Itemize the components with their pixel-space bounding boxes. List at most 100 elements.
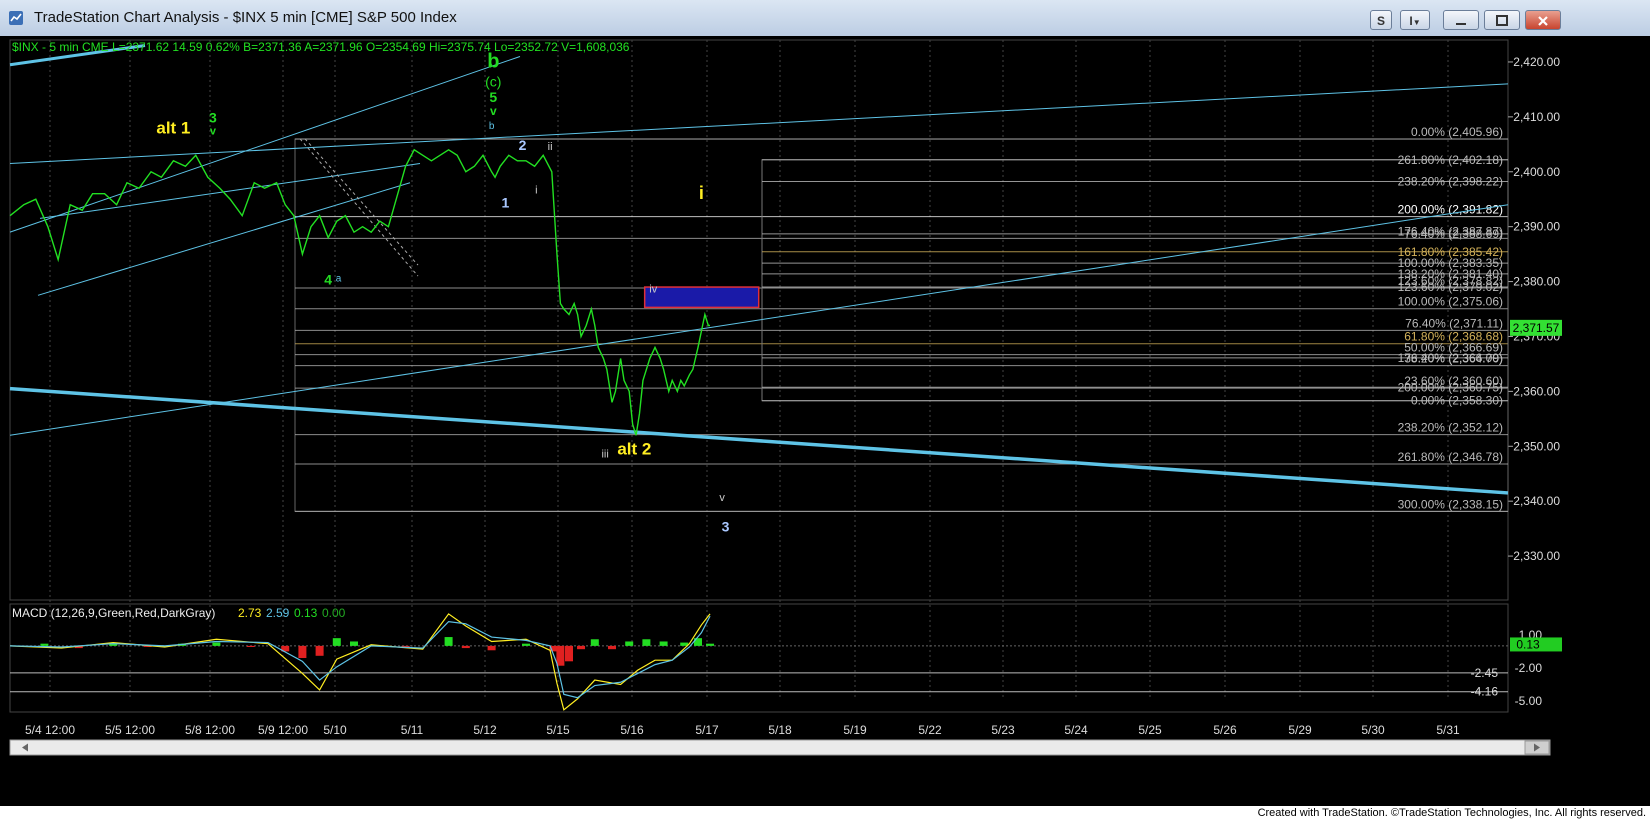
macd-histogram-bar xyxy=(608,645,616,650)
macd-histogram-bar xyxy=(565,645,573,662)
x-axis-tick-label: 5/23 xyxy=(991,723,1015,737)
fib-level-label: 0.00% (2,358.30) xyxy=(1411,394,1503,408)
x-axis-tick-label: 5/10 xyxy=(323,723,347,737)
wave-label: iii xyxy=(601,448,608,460)
x-axis-tick-label: 5/9 12:00 xyxy=(258,723,308,737)
wave-label: 2 xyxy=(519,137,527,153)
x-axis-tick-label: 5/26 xyxy=(1213,723,1237,737)
x-axis-tick-label: 5/17 xyxy=(695,723,719,737)
wave-label: iv xyxy=(649,284,657,296)
wave-label: 3 xyxy=(209,109,217,125)
x-axis-tick-label: 5/18 xyxy=(768,723,792,737)
x-axis-tick-label: 5/11 xyxy=(401,723,424,737)
macd-value: 0.00 xyxy=(322,606,346,620)
minimize-button[interactable] xyxy=(1443,10,1479,30)
macd-histogram-bar xyxy=(212,642,221,646)
minimize-icon xyxy=(1456,23,1466,25)
x-axis-tick-label: 5/19 xyxy=(843,723,867,737)
macd-histogram-bar xyxy=(642,639,651,646)
fib-level-label: 238.20% (2,398.22) xyxy=(1398,175,1503,189)
wave-label: b xyxy=(489,121,495,132)
fib-level-label: 200.00% (2,360.75) xyxy=(1398,380,1503,394)
wave-label: v xyxy=(210,125,217,137)
wave-label: a xyxy=(336,274,342,285)
macd-histogram-bar xyxy=(246,645,255,647)
x-axis-tick-label: 5/15 xyxy=(546,723,570,737)
fib-level-label: 0.00% (2,405.96) xyxy=(1411,125,1503,139)
x-axis-tick-label: 5/31 xyxy=(1436,723,1460,737)
wave-label: ii xyxy=(548,141,553,153)
target-zone-box xyxy=(643,286,760,309)
y-axis-tick-label: 2,330.00 xyxy=(1513,549,1560,563)
y-axis-tick-label: 2,380.00 xyxy=(1513,275,1560,289)
y-axis-tick-label: 2,340.00 xyxy=(1513,494,1560,508)
x-axis-tick-label: 5/30 xyxy=(1361,723,1385,737)
macd-last-label: 0.13 xyxy=(1516,637,1540,651)
dropdown-icon: ▼ xyxy=(1412,18,1421,27)
macd-histogram-bar xyxy=(577,645,586,650)
wave-label: i xyxy=(699,183,704,203)
fib-level-label: 123.60% (2,379.02) xyxy=(1398,280,1503,294)
macd-histogram-bar xyxy=(659,641,668,646)
macd-histogram-bar xyxy=(350,641,358,646)
symbol-link-button[interactable]: S xyxy=(1370,10,1392,30)
wave-label: alt 2 xyxy=(617,440,651,459)
last-price-label: 2,371.57 xyxy=(1513,321,1560,335)
x-axis-tick-label: 5/22 xyxy=(918,723,942,737)
wave-label: 5 xyxy=(489,89,497,105)
fib-level-label: 261.80% (2,346.78) xyxy=(1398,450,1503,464)
y-axis-tick-label: 2,360.00 xyxy=(1513,384,1560,398)
fib-level-label: 176.40% (2,366.09) xyxy=(1398,351,1503,365)
window-titlebar: TradeStation Chart Analysis - $INX 5 min… xyxy=(0,0,1650,37)
close-button[interactable] xyxy=(1525,10,1561,30)
macd-value: 2.73 xyxy=(238,606,262,620)
wave-label: alt 1 xyxy=(156,118,190,137)
macd-histogram-bar xyxy=(461,645,470,649)
footer-credit-text: Created with TradeStation. ©TradeStation… xyxy=(1257,807,1646,819)
macd-level-label: -2.45 xyxy=(1471,666,1499,680)
macd-value: 2.59 xyxy=(266,606,290,620)
fib-level-label: 76.40% (2,371.11) xyxy=(1405,316,1503,330)
fib-level-label: 100.00% (2,375.06) xyxy=(1398,295,1503,309)
macd-histogram-bar xyxy=(556,645,565,666)
macd-histogram-bar xyxy=(315,645,324,656)
x-axis-tick-label: 5/29 xyxy=(1288,723,1312,737)
y-axis-tick-label: 2,350.00 xyxy=(1513,439,1560,453)
wave-label: v xyxy=(719,492,725,504)
macd-histogram-bar xyxy=(706,643,715,646)
y-axis-tick-label: 2,420.00 xyxy=(1513,55,1560,69)
indicator-link-button[interactable]: I▼ xyxy=(1400,10,1430,30)
wave-label: 1 xyxy=(501,194,509,210)
macd-header: MACD (12,26,9,Green,Red,DarkGray) xyxy=(12,606,215,620)
x-axis-tick-label: 5/8 12:00 xyxy=(185,723,235,737)
symbol-quote-header: $INX - 5 min CME L=2371.62 14.59 0.62% B… xyxy=(12,40,630,54)
x-axis-tick-label: 5/4 12:00 xyxy=(25,723,75,737)
fib-level-label: 200.00% (2,391.82) xyxy=(1398,203,1503,217)
macd-value: 0.13 xyxy=(294,606,318,620)
x-axis-tick-label: 5/12 xyxy=(473,723,497,737)
x-axis-tick-label: 5/16 xyxy=(620,723,644,737)
wave-label: v xyxy=(490,104,497,118)
tradestation-app-icon xyxy=(9,11,23,25)
y-axis-tick-label: 2,410.00 xyxy=(1513,110,1560,124)
macd-histogram-bar xyxy=(298,645,307,658)
footer-credit: Created with TradeStation. ©TradeStation… xyxy=(0,806,1650,821)
maximize-icon xyxy=(1496,15,1508,26)
macd-tick-label: -2.00 xyxy=(1515,661,1543,675)
fib-level-label: 238.20% (2,352.12) xyxy=(1398,421,1503,435)
horizontal-scrollbar[interactable] xyxy=(9,739,1551,756)
macd-histogram-bar xyxy=(487,645,496,651)
fib-level-label: 261.80% (2,402.18) xyxy=(1398,153,1503,167)
x-axis-tick-label: 5/5 12:00 xyxy=(105,723,155,737)
macd-level-label: -4.16 xyxy=(1471,685,1499,699)
maximize-button[interactable] xyxy=(1484,10,1520,30)
fib-level-label: 300.00% (2,338.15) xyxy=(1398,497,1503,511)
y-axis-tick-label: 2,400.00 xyxy=(1513,165,1560,179)
fib-level-label: 76.40% (2,388.69) xyxy=(1404,227,1503,241)
wave-label: i xyxy=(535,185,537,197)
macd-histogram-bar xyxy=(522,643,530,646)
x-axis-tick-label: 5/24 xyxy=(1064,723,1088,737)
fib-level-label: 138.20% (2,381.40) xyxy=(1398,267,1503,281)
macd-histogram-bar xyxy=(590,639,599,646)
price-chart[interactable]: 2,330.002,340.002,350.002,360.002,370.00… xyxy=(0,36,1650,806)
